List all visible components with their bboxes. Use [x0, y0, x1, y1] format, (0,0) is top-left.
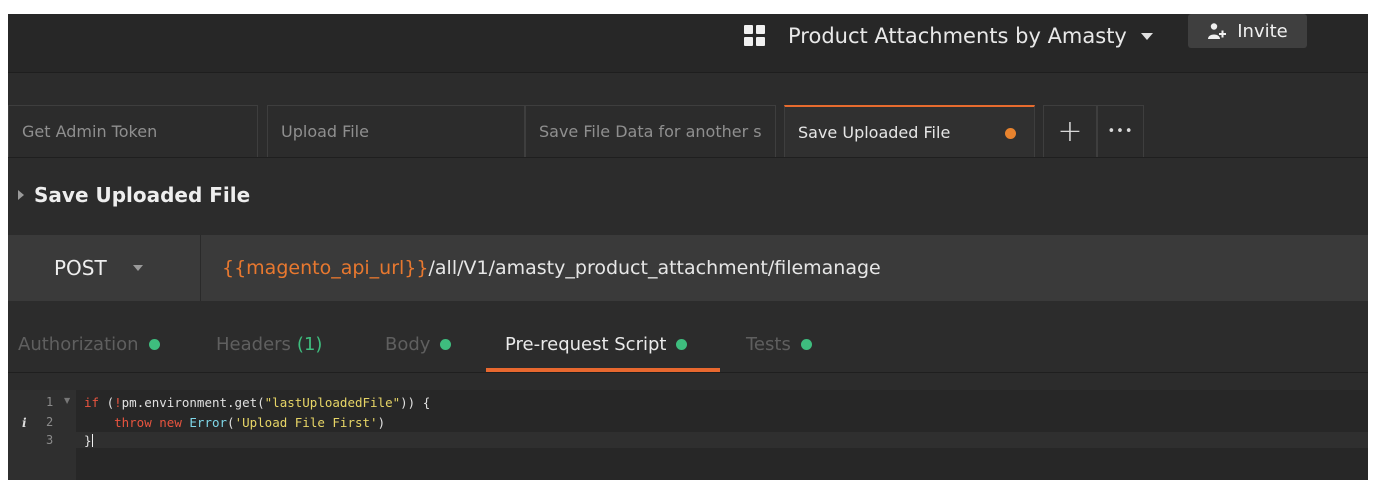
tab-get-admin-token[interactable]: Get Admin Token — [8, 105, 258, 157]
tab-authorization[interactable]: Authorization — [18, 316, 160, 372]
tab-save-file-data[interactable]: Save File Data for another s — [525, 105, 776, 157]
caret-right-icon — [18, 190, 24, 200]
active-tab-underline — [486, 368, 720, 372]
info-icon[interactable]: i — [22, 416, 27, 430]
code-line: } — [84, 434, 93, 447]
line-number: 1 — [46, 395, 54, 409]
subtab-label: Authorization — [18, 333, 139, 355]
tab-headers[interactable]: Headers (1) — [216, 316, 322, 372]
code-text: pm.environment.get( — [121, 395, 265, 410]
tab-tests[interactable]: Tests — [746, 316, 812, 372]
operator: ! — [114, 395, 122, 410]
subtab-label: Tests — [746, 333, 791, 355]
code-text: )) { — [400, 395, 431, 410]
active-line-highlight — [76, 432, 1368, 448]
top-bar: Product Attachments by Amasty Invite — [8, 14, 1368, 73]
unsaved-changes-dot — [1005, 128, 1016, 139]
subtab-label: Body — [385, 333, 431, 355]
request-name: Save Uploaded File — [34, 183, 251, 207]
tab-pre-request-script[interactable]: Pre-request Script — [505, 316, 688, 372]
tab-upload-file[interactable]: Upload File — [267, 105, 525, 157]
code-text: ) — [377, 415, 386, 430]
tab-save-uploaded-file[interactable]: Save Uploaded File — [784, 105, 1035, 157]
tab-label: Get Admin Token — [22, 122, 158, 141]
subtab-label: Pre-request Script — [505, 333, 667, 355]
tab-label: Save File Data for another s — [539, 122, 762, 141]
code-text: ( — [227, 415, 235, 430]
fold-arrow-icon[interactable]: ▼ — [64, 396, 70, 405]
status-dot — [676, 338, 688, 350]
grid-icon — [744, 25, 766, 47]
tab-label: Save Uploaded File — [798, 122, 951, 142]
url-bar: POST {{magento_api_url}}/all/V1/amasty_p… — [8, 235, 1368, 301]
string: 'Upload File First' — [234, 415, 378, 430]
chevron-down-icon — [1140, 32, 1153, 40]
keyword: throw — [114, 415, 152, 430]
text-cursor — [91, 434, 93, 447]
keyword: new — [159, 415, 182, 430]
code-line: throw new Error('Upload File First') — [84, 416, 385, 429]
status-dot — [440, 338, 452, 350]
status-dot — [800, 338, 812, 350]
subtab-label: Headers — [216, 333, 291, 355]
request-tabs: Get Admin Token Upload File Save File Da… — [8, 105, 1368, 158]
editor-gutter: 1 ▼ i 2 3 — [8, 390, 76, 480]
method-label: POST — [54, 256, 107, 280]
chevron-down-icon — [132, 265, 143, 271]
keyword: if — [84, 395, 100, 410]
request-name-toggle[interactable]: Save Uploaded File — [18, 180, 250, 210]
invite-button[interactable]: Invite — [1188, 14, 1307, 48]
code-line: if (!pm.environment.get("lastUploadedFil… — [84, 396, 430, 409]
line-number: 3 — [46, 433, 54, 447]
add-user-icon — [1208, 23, 1227, 39]
more-tabs-button[interactable]: ••• — [1097, 105, 1144, 157]
url-input[interactable]: {{magento_api_url}}/all/V1/amasty_produc… — [222, 235, 881, 301]
status-dot — [148, 338, 160, 350]
url-path: /all/V1/amasty_product_attachment/filema… — [428, 257, 881, 279]
code-text: } — [84, 433, 92, 448]
headers-count: (1) — [296, 333, 323, 355]
request-subtabs: Authorization Headers (1) Body Pre-reque… — [8, 316, 1368, 373]
tab-label: Upload File — [281, 122, 369, 141]
method-select[interactable]: POST — [8, 235, 201, 301]
invite-label: Invite — [1237, 20, 1288, 42]
new-tab-button[interactable]: + — [1043, 105, 1097, 157]
app-window: Product Attachments by Amasty Invite Get… — [8, 14, 1368, 480]
tab-body[interactable]: Body — [385, 316, 452, 372]
url-variable: {{magento_api_url}} — [222, 257, 429, 279]
script-editor[interactable]: 1 ▼ i 2 3 if (!pm.environment.get("lastU… — [8, 390, 1368, 480]
string: "lastUploadedFile" — [264, 395, 401, 410]
function-name: Error — [189, 415, 228, 430]
code-text: ( — [99, 395, 115, 410]
line-number: 2 — [46, 415, 54, 429]
workspace-name: Product Attachments by Amasty — [788, 24, 1127, 48]
workspace-selector[interactable]: Product Attachments by Amasty — [744, 19, 1153, 53]
